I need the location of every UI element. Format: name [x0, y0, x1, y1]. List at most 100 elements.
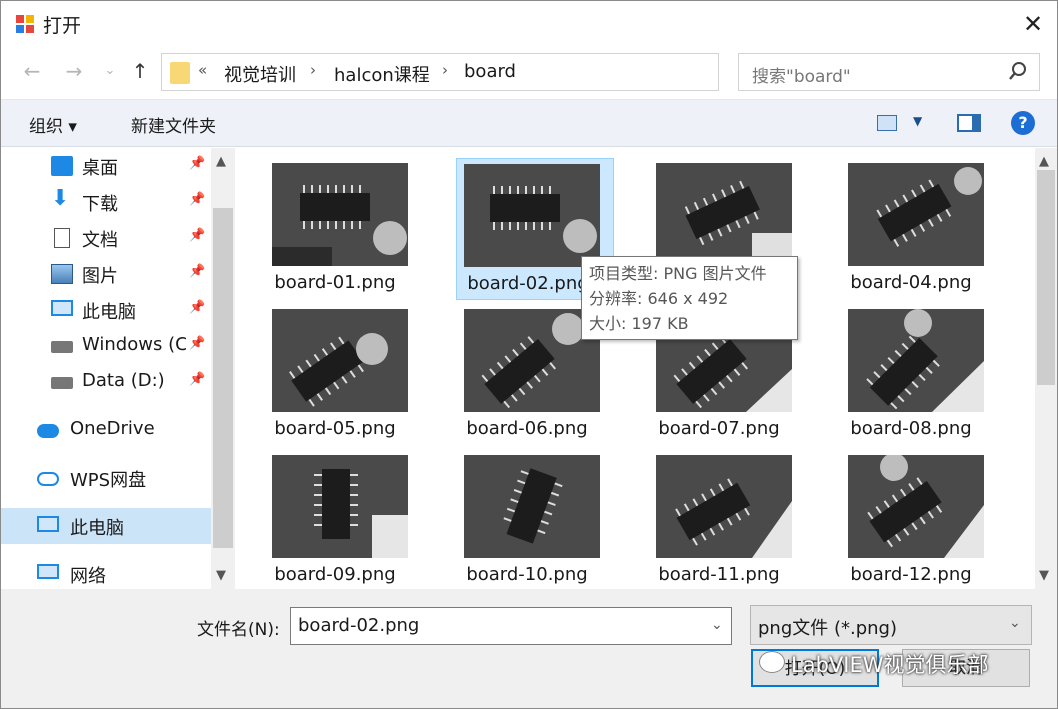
sidebar-item-desktop[interactable]: 桌面 📌	[1, 148, 211, 184]
filename-dropdown-icon[interactable]: ⌄	[711, 617, 723, 633]
file-name: board-10.png	[466, 564, 588, 585]
file-thumbnail	[272, 309, 408, 412]
new-folder-button[interactable]: 新建文件夹	[131, 112, 216, 137]
file-name: board-11.png	[658, 564, 780, 585]
sidebar-item-this-pc[interactable]: 此电脑	[1, 508, 211, 544]
filename-value[interactable]: board-02.png	[298, 615, 419, 636]
file-tile-board-08[interactable]: board-08.png	[832, 304, 990, 446]
tooltip-size: 大小: 197 KB	[589, 314, 689, 333]
file-thumbnail	[464, 455, 600, 558]
scroll-up-icon[interactable]: ▲	[216, 154, 226, 169]
breadcrumb-separator[interactable]: ›	[310, 61, 316, 79]
drive-c-icon	[51, 341, 73, 353]
file-name: board-05.png	[274, 418, 396, 439]
search-icon[interactable]	[1007, 60, 1029, 82]
overflow-chevron[interactable]: «	[198, 61, 207, 79]
dialog-footer: 文件名(N): board-02.png ⌄ png文件 (*.png) ⌄ 打…	[1, 589, 1057, 708]
file-tile-board-12[interactable]: board-12.png	[832, 450, 990, 589]
file-tile-board-01[interactable]: board-01.png	[256, 158, 414, 300]
view-mode-icon[interactable]	[877, 115, 897, 131]
address-bar[interactable]: « 视觉培训 › halcon课程 › board ⌄ ↻	[161, 53, 869, 91]
scroll-down-icon[interactable]: ▼	[216, 568, 226, 583]
organize-button[interactable]: 组织 ▾	[29, 112, 77, 137]
tooltip-item-type: 项目类型: PNG 图片文件	[589, 264, 767, 283]
sidebar-scrollbar[interactable]: ▲ ▼	[211, 148, 235, 589]
file-name: board-01.png	[274, 272, 396, 293]
sidebar-scroll-thumb[interactable]	[213, 208, 233, 548]
drive-d-icon	[51, 377, 73, 389]
file-name: board-06.png	[466, 418, 588, 439]
pictures-icon	[51, 264, 73, 284]
file-tile-board-10[interactable]: board-10.png	[448, 450, 606, 589]
file-tile-board-04[interactable]: board-04.png	[832, 158, 990, 300]
file-thumbnail	[272, 455, 408, 558]
filename-input[interactable]: board-02.png ⌄	[290, 607, 732, 645]
file-name: board-12.png	[850, 564, 972, 585]
open-file-dialog: 打开 ✕ ← → ⌄ ↑ « 视觉培训 › halcon课程 › board ⌄…	[0, 0, 1058, 709]
breadcrumb-board[interactable]: board	[464, 61, 516, 82]
pin-icon: 📌	[189, 156, 206, 171]
file-thumbnail	[848, 309, 984, 412]
pin-icon: 📌	[189, 228, 206, 243]
sidebar-item-drive-c[interactable]: Windows (C 📌	[1, 328, 211, 364]
recent-dropdown-icon[interactable]: ⌄	[95, 63, 125, 78]
onedrive-icon	[37, 424, 59, 438]
view-dropdown-icon[interactable]: ▼	[913, 114, 922, 128]
wps-cloud-icon	[37, 472, 59, 486]
tooltip-resolution: 分辨率: 646 x 492	[589, 289, 729, 308]
file-tile-board-11[interactable]: board-11.png	[640, 450, 798, 589]
pin-icon: 📌	[189, 336, 206, 351]
file-thumbnail	[656, 455, 792, 558]
file-thumbnail	[848, 163, 984, 266]
pin-icon: 📌	[189, 300, 206, 315]
sidebar-item-onedrive[interactable]: OneDrive	[1, 412, 211, 448]
file-tile-board-05[interactable]: board-05.png	[256, 304, 414, 446]
scroll-down-icon[interactable]: ▼	[1039, 568, 1049, 583]
address-row: ← → ⌄ ↑ « 视觉培训 › halcon课程 › board ⌄ ↻ 搜索…	[1, 47, 1057, 99]
back-arrow-icon[interactable]: ←	[17, 59, 47, 83]
pin-icon: 📌	[189, 264, 206, 279]
file-name: board-09.png	[274, 564, 396, 585]
breadcrumb-halcon[interactable]: halcon课程	[334, 61, 430, 87]
file-list-scrollbar[interactable]: ▲ ▼	[1035, 148, 1057, 589]
help-icon[interactable]: ?	[1011, 111, 1035, 135]
computer-icon	[51, 300, 73, 316]
computer-icon	[37, 516, 59, 532]
filetype-value[interactable]: png文件 (*.png)	[758, 614, 897, 640]
sidebar-item-network[interactable]: 网络	[1, 556, 211, 589]
network-icon	[37, 564, 59, 579]
breadcrumb-visual-training[interactable]: 视觉培训	[224, 61, 296, 87]
sidebar-item-downloads[interactable]: ⬇ 下载 📌	[1, 184, 211, 220]
sidebar-item-pictures[interactable]: 图片 📌	[1, 256, 211, 292]
scroll-up-icon[interactable]: ▲	[1039, 154, 1049, 169]
sidebar-item-label: 桌面	[82, 158, 118, 179]
sidebar-item-this-pc-quick[interactable]: 此电脑 📌	[1, 292, 211, 328]
sidebar-item-wps-cloud[interactable]: WPS网盘	[1, 460, 211, 496]
sidebar-item-label: 图片	[82, 266, 118, 287]
file-tile-board-09[interactable]: board-09.png	[256, 450, 414, 589]
title-bar: 打开 ✕	[1, 1, 1057, 47]
sidebar-item-label: 此电脑	[70, 518, 124, 539]
document-icon	[54, 228, 70, 248]
file-thumbnail	[656, 163, 792, 266]
sidebar-item-label: 下载	[82, 194, 118, 215]
file-thumbnail	[848, 455, 984, 558]
wechat-logo-icon	[759, 651, 785, 673]
sidebar-item-documents[interactable]: 文档 📌	[1, 220, 211, 256]
close-button[interactable]: ✕	[1013, 9, 1053, 39]
file-name: board-04.png	[850, 272, 972, 293]
sidebar-item-label: 文档	[82, 230, 118, 251]
search-placeholder[interactable]: 搜索"board"	[752, 62, 851, 87]
forward-arrow-icon[interactable]: →	[59, 59, 89, 83]
sidebar-item-label: 此电脑	[82, 302, 136, 323]
file-name: board-08.png	[850, 418, 972, 439]
breadcrumb-separator[interactable]: ›	[442, 61, 448, 79]
sidebar-item-drive-d[interactable]: Data (D:) 📌	[1, 364, 211, 400]
file-list-scroll-thumb[interactable]	[1037, 170, 1055, 385]
filetype-dropdown-icon[interactable]: ⌄	[1009, 615, 1021, 631]
filetype-select[interactable]: png文件 (*.png) ⌄	[750, 605, 1032, 645]
preview-pane-icon[interactable]	[957, 114, 981, 132]
up-arrow-icon[interactable]: ↑	[125, 59, 155, 83]
download-icon: ⬇	[51, 186, 70, 211]
search-box[interactable]: 搜索"board"	[738, 53, 1040, 91]
